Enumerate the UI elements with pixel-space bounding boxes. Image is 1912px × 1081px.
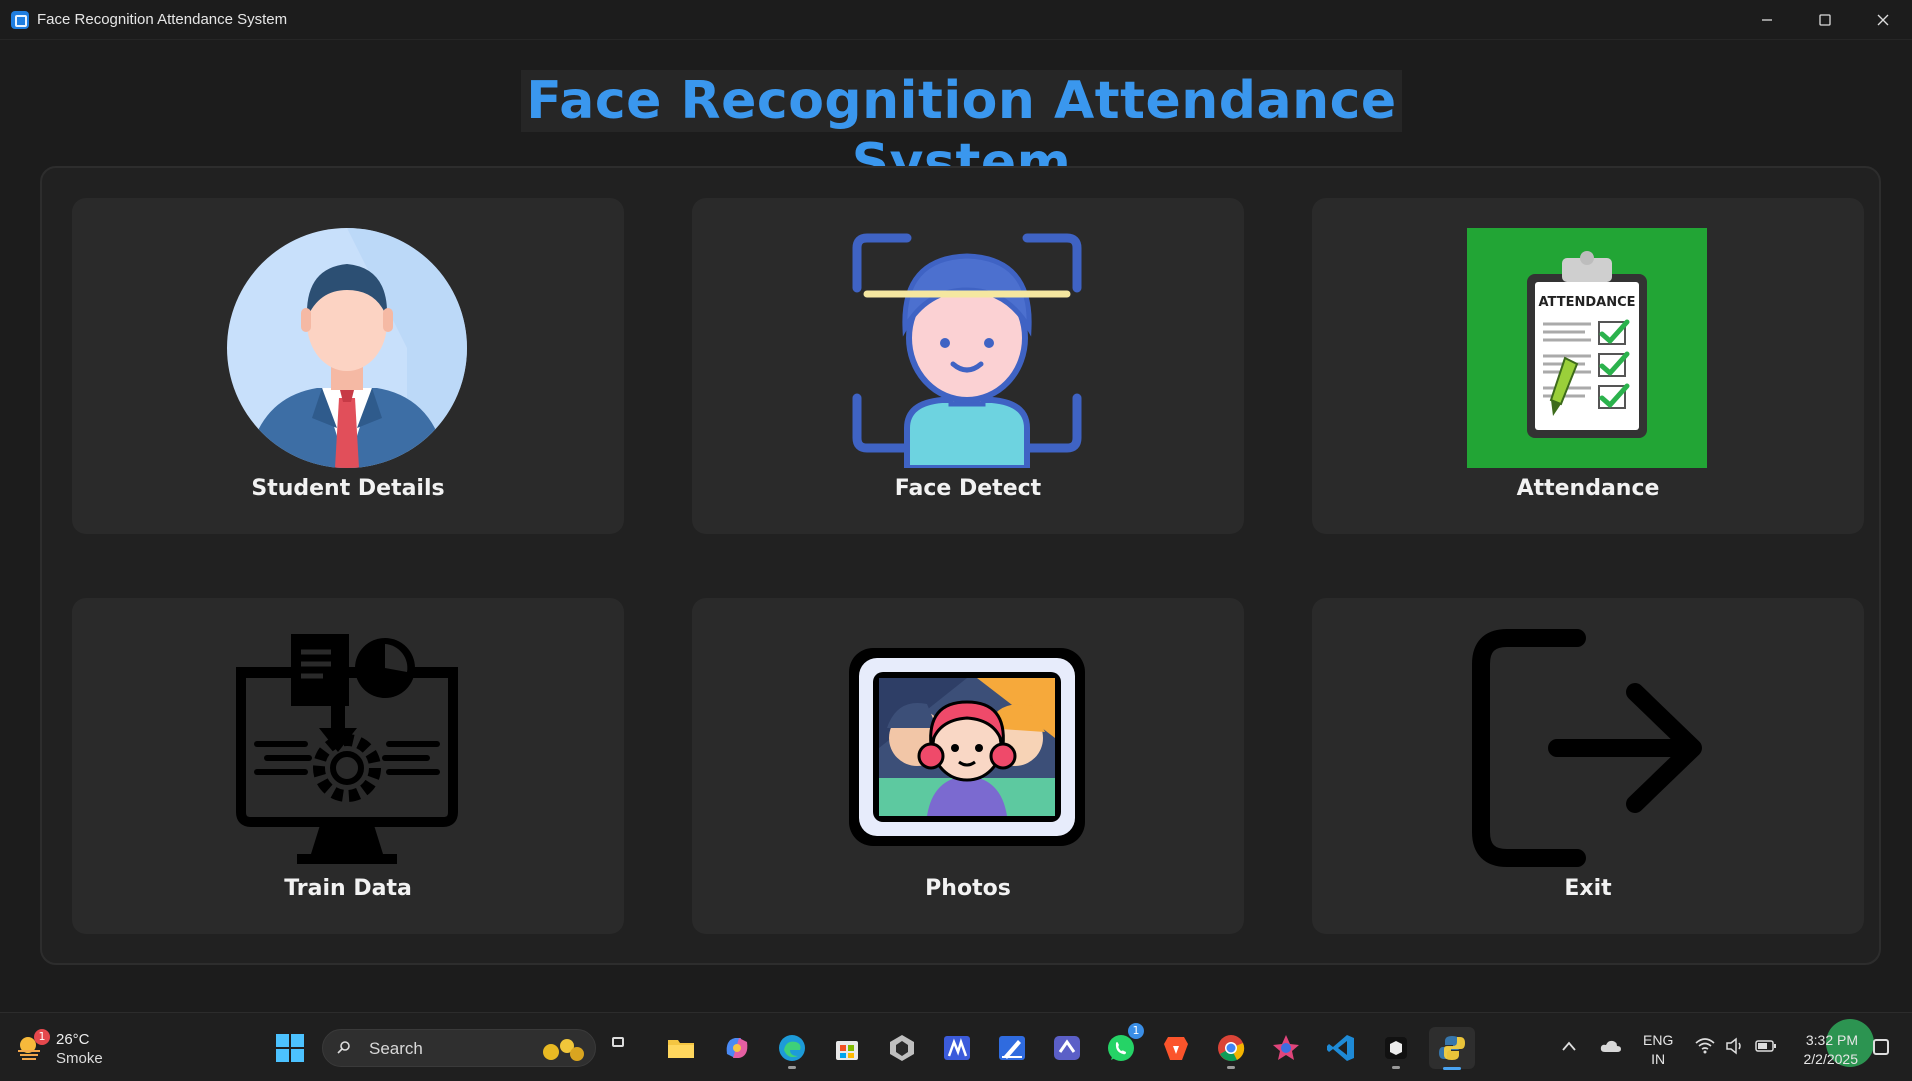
app-pen-icon[interactable] <box>995 1031 1029 1065</box>
student-details-button[interactable]: Student Details <box>72 198 624 534</box>
language-indicator[interactable]: ENG IN <box>1643 1031 1673 1069</box>
copilot-icon[interactable] <box>720 1031 754 1065</box>
whatsapp-icon[interactable]: 1 <box>1104 1023 1144 1065</box>
taskbar: 1 26°C Smoke Search 1 ENG IN 3:32 PM 2/2… <box>0 1012 1912 1081</box>
face-scan-icon <box>847 228 1087 468</box>
window-titlebar: Face Recognition Attendance System <box>0 0 1912 40</box>
app-linear-icon[interactable] <box>1050 1031 1084 1065</box>
weather-badge: 1 <box>34 1029 50 1045</box>
weather-widget[interactable]: 1 26°C Smoke <box>16 1029 126 1069</box>
onedrive-icon[interactable] <box>1600 1039 1622 1053</box>
vscode-icon[interactable] <box>1324 1031 1358 1065</box>
start-button[interactable] <box>276 1034 304 1062</box>
minimize-icon <box>1762 18 1772 21</box>
photos-button[interactable]: Photos <box>692 598 1244 934</box>
search-highlight-icon <box>543 1039 584 1061</box>
maximize-icon <box>1819 13 1831 26</box>
student-avatar-icon <box>227 228 467 468</box>
running-indicator <box>1392 1066 1400 1069</box>
clock[interactable]: 3:32 PM 2/2/2025 <box>1796 1031 1859 1069</box>
clock-date: 2/2/2025 <box>1803 1051 1859 1067</box>
app-m-icon[interactable] <box>940 1031 974 1065</box>
edge-icon[interactable] <box>775 1031 809 1069</box>
main-panel: Student Details Face Detect ATTENDANCE A… <box>40 166 1881 965</box>
chrome-icon[interactable] <box>1214 1031 1248 1069</box>
photos-label: Photos <box>925 876 1011 901</box>
search-box[interactable]: Search <box>322 1029 596 1067</box>
window-controls <box>1738 0 1912 39</box>
photo-frame-icon <box>847 628 1087 868</box>
brave-icon[interactable] <box>1159 1031 1193 1065</box>
whatsapp-badge: 1 <box>1128 1023 1144 1039</box>
notification-icon[interactable] <box>1873 1039 1889 1055</box>
running-indicator <box>1227 1066 1235 1069</box>
chevron-up-icon[interactable] <box>1562 1041 1576 1051</box>
window-title: Face Recognition Attendance System <box>37 11 288 28</box>
store-icon[interactable] <box>830 1031 864 1065</box>
file-explorer-icon[interactable] <box>664 1031 698 1065</box>
battery-icon[interactable] <box>1755 1039 1777 1053</box>
clock-time: 3:32 PM <box>1805 1032 1858 1048</box>
search-placeholder: Search <box>369 1039 423 1058</box>
language-region: IN <box>1651 1051 1666 1067</box>
attendance-label: Attendance <box>1516 476 1660 501</box>
minimize-button[interactable] <box>1738 0 1796 39</box>
train-data-monitor-icon <box>227 628 467 868</box>
student-details-label: Student Details <box>251 476 445 501</box>
active-indicator <box>1443 1067 1461 1070</box>
python-app-icon[interactable] <box>1429 1027 1475 1070</box>
close-button[interactable] <box>1854 0 1912 39</box>
exit-button[interactable]: Exit <box>1312 598 1864 934</box>
train-data-label: Train Data <box>284 876 412 901</box>
weather-temperature: 26°C <box>56 1031 90 1048</box>
weather-condition: Smoke <box>56 1050 103 1067</box>
close-icon <box>1877 14 1889 25</box>
face-detect-button[interactable]: Face Detect <box>692 198 1244 534</box>
page-title: Face Recognition Attendance System <box>521 70 1402 193</box>
train-data-button[interactable]: Train Data <box>72 598 624 934</box>
attendance-clipboard-icon: ATTENDANCE <box>1467 228 1707 468</box>
language-code: ENG <box>1643 1032 1674 1048</box>
app-star-icon[interactable] <box>1269 1031 1303 1065</box>
face-detect-label: Face Detect <box>894 476 1042 501</box>
exit-arrow-icon <box>1467 628 1707 868</box>
attendance-button[interactable]: ATTENDANCE Attendance <box>1312 198 1864 534</box>
app-box-icon[interactable] <box>1379 1031 1413 1069</box>
app-icon <box>11 10 29 29</box>
search-icon <box>337 1041 350 1054</box>
exit-label: Exit <box>1564 876 1612 901</box>
running-indicator <box>788 1066 796 1069</box>
wifi-icon[interactable] <box>1695 1037 1715 1055</box>
volume-icon[interactable] <box>1725 1037 1745 1055</box>
task-view-icon[interactable] <box>612 1037 624 1047</box>
maximize-button[interactable] <box>1796 0 1854 39</box>
unity-icon[interactable] <box>885 1031 919 1065</box>
svg-text:ATTENDANCE: ATTENDANCE <box>1539 295 1636 310</box>
